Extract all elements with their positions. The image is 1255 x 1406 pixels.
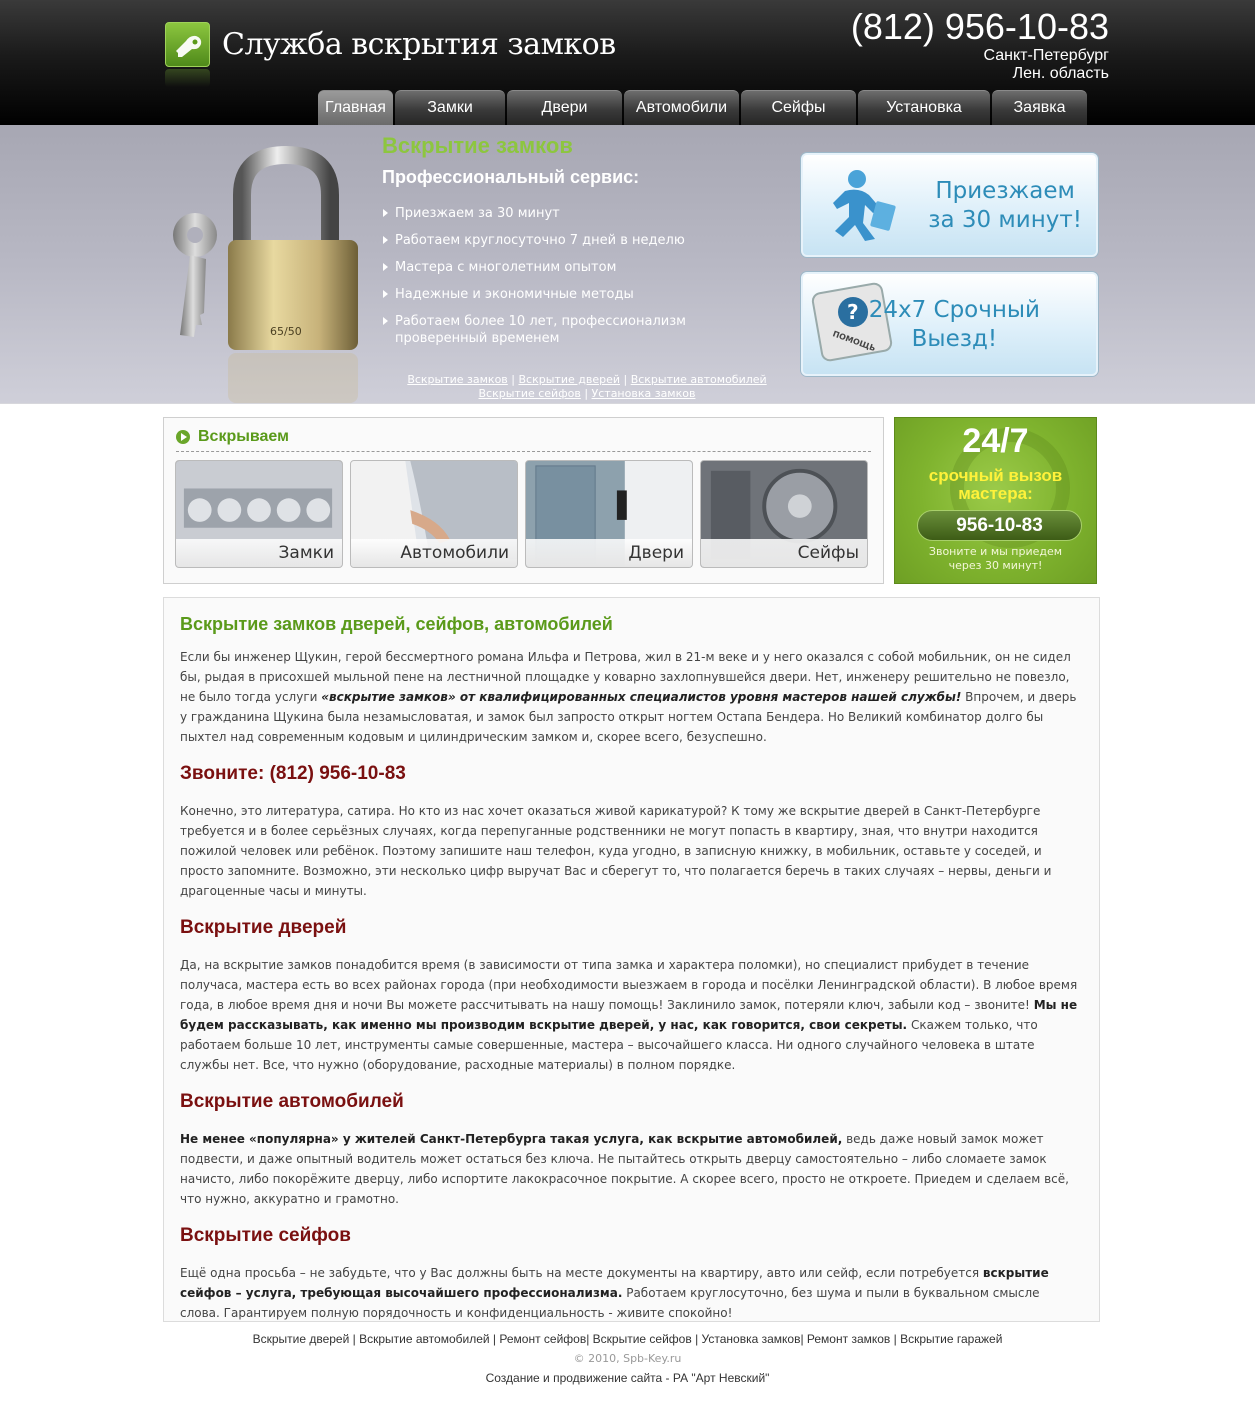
lock-label: 65/50 — [270, 325, 302, 338]
banner-subheading: Профессиональный сервис: — [382, 167, 640, 187]
feature-item: Работаем круглосуточно 7 дней в неделю — [382, 232, 782, 249]
tile-doors[interactable]: Двери — [525, 460, 693, 568]
footer-link-cars[interactable]: Вскрытие автомобилей — [359, 1332, 489, 1346]
heading-cars: Вскрытие автомобилей — [180, 1091, 404, 1112]
article-paragraph: Конечно, это литература, сатира. Но кто … — [180, 804, 1052, 898]
footer-link-lock-repair[interactable]: Ремонт замков — [807, 1332, 890, 1346]
callbox-text-line1: срочный вызов — [928, 466, 1063, 485]
promo-urgent-text: 24x7 Срочный Выезд! — [869, 296, 1040, 354]
callbox-note: Звоните и мы приедем через 30 минут! — [895, 545, 1096, 573]
nav-item-cars[interactable]: Автомобили — [624, 90, 739, 125]
callbox-note-line2: через 30 минут! — [948, 559, 1043, 572]
paragraph-emphasis: «вскрытие замков» от квалифицированных с… — [321, 690, 962, 704]
padlock-illustration: 65/50 — [173, 145, 358, 403]
heading-call: Звоните: (812) 956-10-83 — [180, 763, 406, 784]
heading-doors: Вскрытие дверей — [180, 917, 347, 938]
site-header: Служба вскрытия замков (812) 956-10-83 С… — [0, 0, 1255, 125]
promo-urgent-line1: 24x7 Срочный — [868, 297, 1040, 323]
tile-safes[interactable]: Сейфы — [700, 460, 868, 568]
callbox-hours: 24/7 — [962, 422, 1029, 460]
city-line: Санкт-Петербург — [983, 47, 1109, 64]
article-paragraph: Ещё одна просьба – не забудьте, что у Ва… — [180, 1263, 1083, 1323]
services-title: Вскрываем — [198, 428, 289, 445]
region-line: Лен. область — [1012, 65, 1109, 82]
running-man-icon — [833, 170, 896, 241]
banner-link-install[interactable]: Установка замков — [592, 387, 696, 400]
nav-item-safes[interactable]: Сейфы — [741, 90, 856, 125]
paragraph-text: Да, на вскрытие замков понадобится время… — [180, 958, 1078, 1012]
nav-item-doors[interactable]: Двери — [507, 90, 622, 125]
promo-fast-text: Приезжаем за 30 минут! — [928, 177, 1082, 235]
callbox-phone-button[interactable]: 956-10-83 — [917, 510, 1082, 541]
promo-fast-arrival[interactable]: Приезжаем за 30 минут! — [801, 153, 1098, 257]
callbox-note-line1: Звоните и мы приедем — [928, 545, 1063, 558]
dashed-divider — [176, 451, 871, 452]
paragraph-bold: Не менее «популярна» у жителей Санкт-Пет… — [180, 1132, 843, 1146]
banner-link-cars[interactable]: Вскрытие автомобилей — [631, 373, 767, 386]
banner-link-safes[interactable]: Вскрытие сейфов — [479, 387, 581, 400]
feature-item: Приезжаем за 30 минут — [382, 205, 782, 222]
main-nav: Главная Замки Двери Автомобили Сейфы Уст… — [318, 90, 1089, 125]
footer-link-safe-repair[interactable]: Ремонт сейфов — [499, 1332, 586, 1346]
nav-item-locks[interactable]: Замки — [395, 90, 505, 125]
promo-fast-line2: за 30 минут! — [928, 207, 1082, 233]
svg-text:?: ? — [847, 300, 859, 324]
logo-reflection — [165, 69, 210, 87]
paragraph-text: Ещё одна просьба – не забудьте, что у Ва… — [180, 1266, 983, 1280]
nav-item-home[interactable]: Главная — [318, 90, 393, 125]
service-tiles: Замки Автомобили Двери Сейфы — [175, 460, 875, 568]
heading-safes: Вскрытие сейфов — [180, 1225, 351, 1246]
footer-link-safes[interactable]: Вскрытие сейфов — [593, 1332, 692, 1346]
services-box: Вскрываем Замки Автомобили Двери Сейфы — [163, 417, 884, 584]
main-article: Вскрытие замков дверей, сейфов, автомоби… — [163, 597, 1100, 1322]
site-title[interactable]: Служба вскрытия замков — [222, 27, 616, 62]
feature-item: Надежные и экономичные методы — [382, 286, 782, 303]
article-paragraph: Не менее «популярна» у жителей Санкт-Пет… — [180, 1129, 1083, 1209]
copyright: © 2010, Spb-Key.ru — [573, 1352, 682, 1365]
header-phone: (812) 956-10-83 — [850, 6, 1109, 47]
site-credits[interactable]: Создание и продвижение сайта - РА "Арт Н… — [0, 1371, 1255, 1385]
nav-item-order[interactable]: Заявка — [992, 90, 1087, 125]
banner-link-doors[interactable]: Вскрытие дверей — [519, 373, 620, 386]
promo-fast-line1: Приезжаем — [935, 178, 1075, 204]
feature-item: Мастера с многолетним опытом — [382, 259, 782, 276]
banner-heading: Вскрытие замков — [382, 133, 573, 158]
tile-locks-label: Замки — [176, 539, 342, 567]
tile-cars[interactable]: Автомобили — [350, 460, 518, 568]
feature-item: Работаем более 10 лет, профессионализм п… — [382, 313, 782, 347]
tile-locks[interactable]: Замки — [175, 460, 343, 568]
callbox-text: срочный вызов мастера: — [895, 467, 1096, 503]
promo-urgent-line2: Выезд! — [911, 326, 998, 352]
tile-safes-label: Сейфы — [701, 539, 867, 567]
header-region: Санкт-Петербург Лен. область — [984, 47, 1109, 83]
footer-link-garages[interactable]: Вскрытие гаражей — [900, 1332, 1002, 1346]
article-paragraph: Если бы инженер Щукин, герой бессмертног… — [180, 647, 1083, 747]
emergency-call-box: 24/7 срочный вызов мастера: 956-10-83 Зв… — [894, 417, 1097, 584]
callbox-text-line2: мастера: — [958, 484, 1033, 503]
hero-banner: 65/50 Вскрытие замков Профессиональный с… — [0, 125, 1255, 404]
footer-link-doors[interactable]: Вскрытие дверей — [253, 1332, 350, 1346]
logo-key-icon[interactable] — [165, 22, 210, 67]
tile-doors-label: Двери — [526, 539, 692, 567]
feature-list: Приезжаем за 30 минут Работаем круглосут… — [382, 205, 782, 357]
banner-links: Вскрытие замков | Вскрытие дверей | Вскр… — [407, 373, 767, 400]
play-bullet-icon — [176, 430, 190, 444]
footer-link-install[interactable]: Установка замков — [702, 1332, 801, 1346]
footer-links: Вскрытие дверей | Вскрытие автомобилей |… — [252, 1332, 1003, 1346]
banner-link-locks[interactable]: Вскрытие замков — [407, 373, 507, 386]
article-paragraph: Да, на вскрытие замков понадобится время… — [180, 955, 1083, 1075]
article-title: Вскрытие замков дверей, сейфов, автомоби… — [180, 614, 613, 634]
tile-cars-label: Автомобили — [351, 539, 517, 567]
nav-item-install[interactable]: Установка — [858, 90, 990, 125]
services-heading: Вскрываем — [176, 428, 289, 446]
promo-urgent-call[interactable]: ? ПОМОЩЬ 24x7 Срочный Выезд! — [801, 272, 1098, 376]
